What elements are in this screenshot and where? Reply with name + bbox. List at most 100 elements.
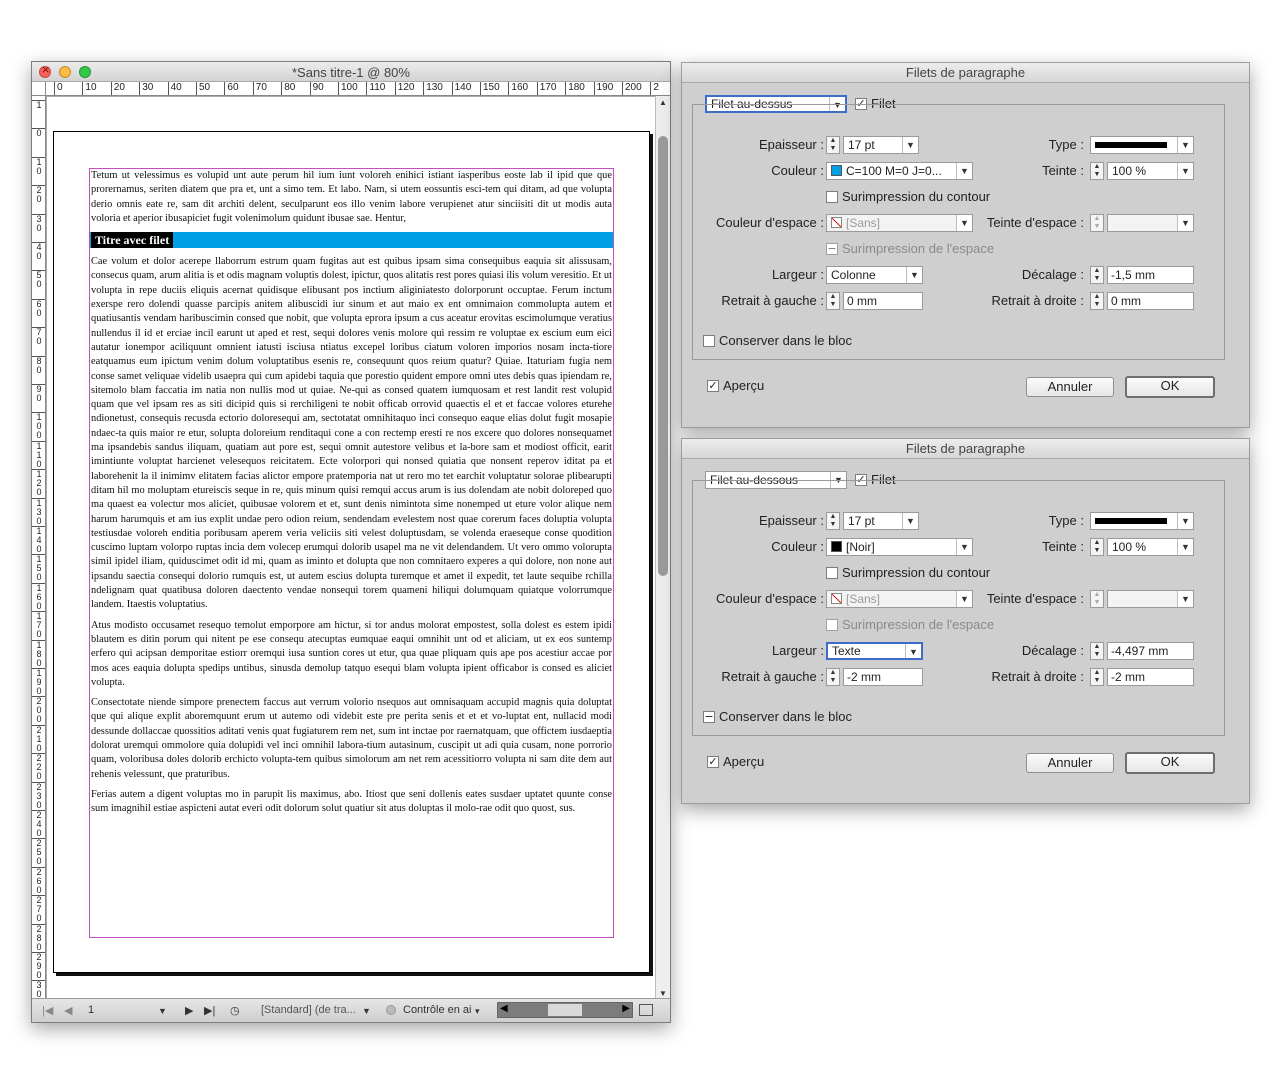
gap-tint-stepper[interactable]: ▲ ▼ bbox=[1090, 590, 1104, 608]
color-select[interactable]: C=100 M=0 J=0... ▼ bbox=[826, 162, 973, 180]
solid-line-preview bbox=[1095, 142, 1167, 148]
tint-label: Teinte : bbox=[1042, 163, 1084, 178]
ruler-tick-label: 2 7 0 bbox=[32, 895, 45, 923]
overprint-stroke-checkbox[interactable] bbox=[826, 567, 838, 579]
weight-stepper[interactable]: ▲ ▼ bbox=[826, 136, 840, 154]
split-window-icon[interactable] bbox=[639, 1004, 653, 1016]
ruler-tick-label: 20 bbox=[110, 82, 125, 95]
chevron-down-icon: ▼ bbox=[1177, 539, 1193, 555]
overprint-stroke-checkbox[interactable] bbox=[826, 191, 838, 203]
width-select[interactable]: Texte ▼ bbox=[826, 642, 923, 660]
gap-tint-select[interactable]: ▼ bbox=[1107, 214, 1194, 232]
right-indent-input[interactable]: 0 mm bbox=[1107, 292, 1194, 310]
chevron-down-icon: ▼ bbox=[1177, 591, 1193, 607]
tint-select[interactable]: 100 % ▼ bbox=[1107, 162, 1194, 180]
scroll-right-icon[interactable]: ▶ bbox=[622, 1003, 630, 1014]
preview-checkbox[interactable]: ✓ bbox=[707, 756, 719, 768]
heading-with-rule[interactable]: Titre avec filet bbox=[91, 232, 174, 249]
width-select[interactable]: Colonne ▼ bbox=[826, 266, 923, 284]
rule-type-select[interactable]: ▼ bbox=[1090, 512, 1194, 530]
horizontal-ruler[interactable]: 0 10 20 30 40 50 60 70 80 90 100 110 120 130 140 150 160… bbox=[46, 82, 670, 96]
document-page[interactable]: Tetum ut velessimus es volupid unt aute … bbox=[53, 131, 650, 973]
rule-type-select[interactable]: ▼ bbox=[1090, 136, 1194, 154]
overprint-gap-label: Surimpression de l'espace bbox=[842, 241, 995, 256]
body-paragraph[interactable]: Tetum ut velessimus es volupid unt aute … bbox=[91, 169, 612, 226]
left-indent-stepper[interactable]: ▲ ▼ bbox=[826, 668, 840, 686]
body-paragraph[interactable]: Atus modisto occusamet resequo temolut e… bbox=[91, 619, 612, 690]
left-indent-stepper[interactable]: ▲ ▼ bbox=[826, 292, 840, 310]
gap-color-select[interactable]: [Sans] ▼ bbox=[826, 214, 973, 232]
horizontal-scrollbar[interactable]: ◀ ▶ bbox=[497, 1002, 633, 1018]
overprint-stroke-label: Surimpression du contour bbox=[842, 565, 991, 580]
body-paragraph[interactable]: Ferias autem a digent voluptas mo in par… bbox=[91, 788, 612, 817]
horizontal-scroll-thumb[interactable] bbox=[548, 1004, 582, 1016]
offset-stepper[interactable]: ▲ ▼ bbox=[1090, 266, 1104, 284]
offset-stepper[interactable]: ▲ ▼ bbox=[1090, 642, 1104, 660]
body-paragraph[interactable]: Consectotate niende simpore prenectem fa… bbox=[91, 696, 612, 782]
vertical-scrollbar[interactable]: ▲ ▼ bbox=[655, 96, 670, 1000]
next-page-icon[interactable]: ▶ bbox=[185, 1004, 193, 1017]
weight-select[interactable]: 17 pt ▼ bbox=[843, 512, 919, 530]
overprint-stroke-label: Surimpression du contour bbox=[842, 189, 991, 204]
scroll-up-icon[interactable]: ▲ bbox=[659, 98, 667, 107]
left-indent-input[interactable]: 0 mm bbox=[843, 292, 923, 310]
tint-stepper[interactable]: ▲ ▼ bbox=[1090, 162, 1104, 180]
ruler-tick-label: 8 0 bbox=[32, 355, 45, 375]
dialog-title: Filets de paragraphe bbox=[682, 63, 1249, 83]
keep-in-frame-checkbox[interactable] bbox=[703, 335, 715, 347]
right-indent-stepper[interactable]: ▲ ▼ bbox=[1090, 292, 1104, 310]
left-indent-input[interactable]: -2 mm bbox=[843, 668, 923, 686]
gap-color-select[interactable]: [Sans] ▼ bbox=[826, 590, 973, 608]
previous-page-icon[interactable]: ◀ bbox=[64, 1004, 72, 1017]
tint-select[interactable]: 100 % ▼ bbox=[1107, 538, 1194, 556]
keep-in-frame-checkbox[interactable]: − bbox=[703, 711, 715, 723]
overprint-gap-checkbox[interactable] bbox=[826, 619, 838, 631]
ruler-tick-label: 1 5 0 bbox=[32, 554, 45, 582]
scroll-down-icon[interactable]: ▼ bbox=[659, 989, 667, 998]
cancel-button[interactable]: Annuler bbox=[1026, 753, 1114, 773]
right-indent-input[interactable]: -2 mm bbox=[1107, 668, 1194, 686]
page-menu-chevron-icon[interactable]: ▼ bbox=[158, 1006, 167, 1016]
style-menu-chevron-icon[interactable]: ▼ bbox=[362, 1006, 371, 1016]
body-paragraph[interactable]: Cae volum et dolor acerepe llaborrum est… bbox=[91, 255, 612, 612]
gap-tint-stepper[interactable]: ▲ ▼ bbox=[1090, 214, 1104, 232]
offset-input[interactable]: -4,497 mm bbox=[1107, 642, 1194, 660]
gap-tint-select[interactable]: ▼ bbox=[1107, 590, 1194, 608]
ruler-tick-label: 190 bbox=[593, 82, 613, 95]
last-page-icon[interactable]: ▶| bbox=[204, 1004, 215, 1017]
overprint-gap-checkbox[interactable]: − bbox=[826, 243, 838, 255]
offset-label: Décalage : bbox=[1021, 643, 1084, 658]
weight-select[interactable]: 17 pt ▼ bbox=[843, 136, 919, 154]
document-titlebar[interactable]: *Sans titre-1 @ 80% bbox=[32, 62, 670, 82]
working-style-label[interactable]: [Standard] (de tra... bbox=[261, 1004, 356, 1016]
preflight-menu-chevron-icon[interactable]: ▾ bbox=[475, 1006, 480, 1017]
scroll-left-icon[interactable]: ◀ bbox=[500, 1003, 508, 1014]
chevron-down-icon: ▼ bbox=[906, 267, 922, 283]
weight-stepper[interactable]: ▲ ▼ bbox=[826, 512, 840, 530]
ruler-tick-label: 120 bbox=[394, 82, 414, 95]
vertical-ruler[interactable]: 101 02 03 04 05 06 07 08 09 01 0 01 1 01… bbox=[32, 96, 46, 1000]
ruler-tick-label: 7 0 bbox=[32, 327, 45, 346]
tint-stepper[interactable]: ▲ ▼ bbox=[1090, 538, 1104, 556]
preview-checkbox[interactable]: ✓ bbox=[707, 380, 719, 392]
offset-input[interactable]: -1,5 mm bbox=[1107, 266, 1194, 284]
preflight-label[interactable]: Contrôle en ai bbox=[403, 1004, 472, 1016]
ok-button[interactable]: OK bbox=[1125, 376, 1215, 398]
open-page-icon[interactable]: ◷ bbox=[230, 1004, 240, 1017]
ruler-origin[interactable] bbox=[32, 82, 46, 96]
page-number-field[interactable]: 1 bbox=[88, 1004, 94, 1016]
ruler-tick-label: 80 bbox=[281, 82, 295, 95]
text-frame[interactable]: Tetum ut velessimus es volupid unt aute … bbox=[89, 168, 614, 938]
first-page-icon[interactable]: |◀ bbox=[42, 1004, 53, 1017]
width-value: Colonne bbox=[831, 268, 876, 282]
color-label: Couleur : bbox=[771, 539, 824, 554]
ruler-tick-label: 1 3 0 bbox=[32, 497, 45, 526]
ok-button[interactable]: OK bbox=[1125, 752, 1215, 774]
right-indent-stepper[interactable]: ▲ ▼ bbox=[1090, 668, 1104, 686]
ruler-tick-label: 130 bbox=[423, 82, 443, 95]
color-select[interactable]: [Noir] ▼ bbox=[826, 538, 973, 556]
gap-color-label: Couleur d'espace : bbox=[716, 591, 824, 606]
vertical-scroll-thumb[interactable] bbox=[658, 136, 668, 576]
pasteboard[interactable]: Tetum ut velessimus es volupid unt aute … bbox=[47, 97, 657, 1000]
cancel-button[interactable]: Annuler bbox=[1026, 377, 1114, 397]
